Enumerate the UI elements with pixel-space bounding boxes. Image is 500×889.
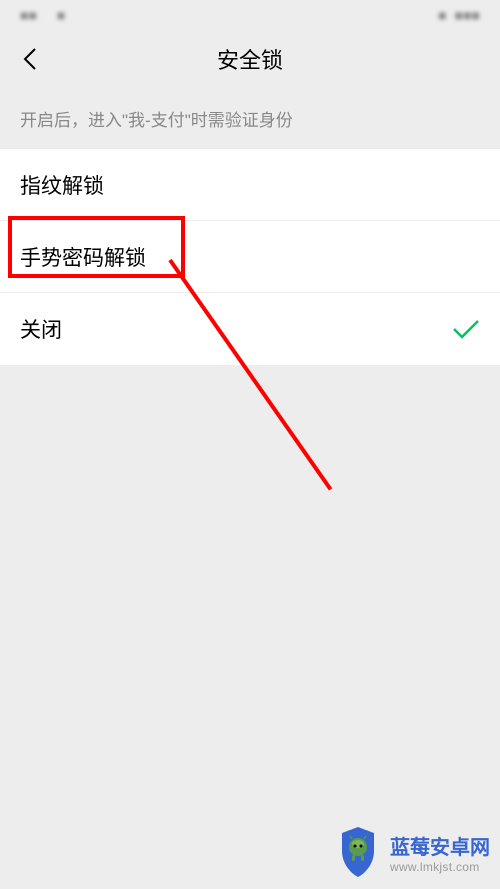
option-label: 指纹解锁 — [20, 170, 104, 200]
watermark-title: 蓝莓安卓网 — [390, 831, 490, 860]
option-label: 手势密码解锁 — [20, 242, 146, 272]
header: 安全锁 — [0, 30, 500, 88]
watermark: 蓝莓安卓网 www.lmkjst.com — [334, 825, 490, 879]
option-fingerprint[interactable]: 指纹解锁 — [0, 149, 500, 221]
status-icon: ■ — [57, 7, 65, 23]
options-list: 指纹解锁 手势密码解锁 关闭 — [0, 149, 500, 365]
status-battery: ■■■ — [455, 7, 480, 23]
back-icon — [23, 47, 37, 71]
watermark-logo — [334, 825, 382, 879]
option-close[interactable]: 关闭 — [0, 293, 500, 365]
description-text: 开启后，进入"我-支付"时需验证身份 — [0, 88, 500, 149]
back-button[interactable] — [15, 44, 45, 74]
option-gesture[interactable]: 手势密码解锁 — [0, 221, 500, 293]
option-label: 关闭 — [20, 314, 62, 344]
watermark-url: www.lmkjst.com — [390, 860, 480, 874]
status-bar: ■■ ■ ■ ■■■ — [0, 0, 500, 30]
status-signal: ■ — [438, 7, 446, 23]
checkmark-icon — [452, 318, 480, 340]
status-time: ■■ — [20, 7, 37, 23]
page-title: 安全锁 — [217, 43, 283, 75]
